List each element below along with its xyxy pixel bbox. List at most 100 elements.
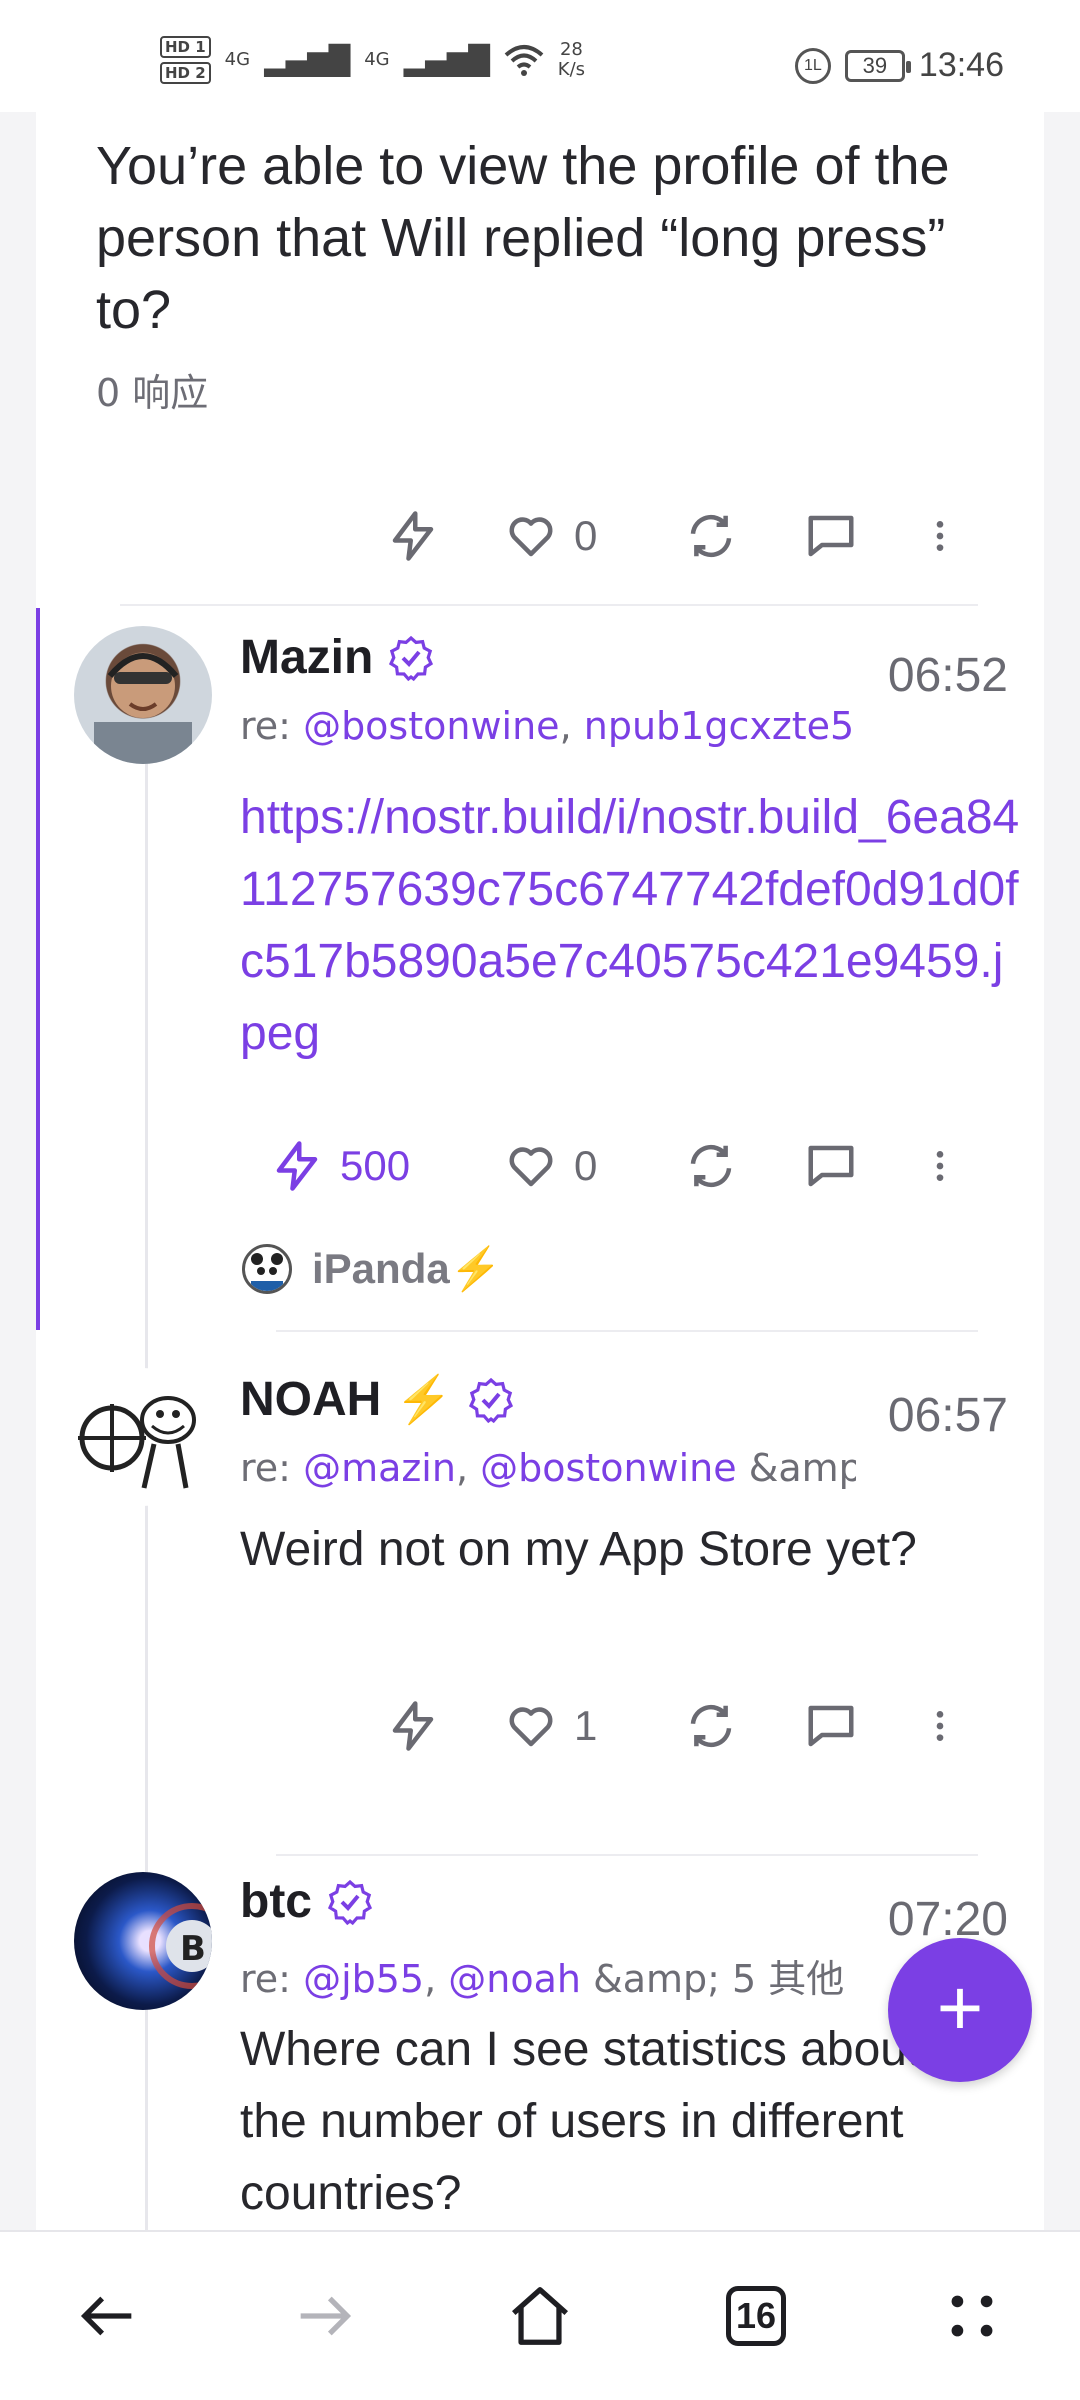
verified-icon	[389, 635, 434, 681]
back-button[interactable]	[63, 2271, 153, 2361]
battery-icon: 39	[844, 49, 911, 82]
mention-link[interactable]: @noah	[448, 1957, 581, 2001]
zap-button[interactable]	[386, 509, 504, 563]
avatar-image	[94, 653, 192, 764]
status-right: 1L 39 13:46	[794, 46, 1004, 85]
hd1-badge: HD 1	[160, 36, 211, 58]
top-note-text: You’re able to view the profile of the p…	[96, 136, 950, 340]
reply-context: re: @mazin, @bostonwine &amp; 4	[240, 1446, 856, 1490]
repost-icon	[690, 1704, 732, 1748]
reply-prefix: re:	[240, 1957, 304, 2001]
zapper-avatar	[242, 1244, 292, 1294]
reply-prefix: re:	[240, 704, 304, 748]
hd2-badge: HD 2	[160, 62, 211, 84]
signal-icon-2: ▂▄▆█	[403, 43, 490, 77]
reply-suffix: &amp; 5 其他	[580, 1957, 845, 2001]
mention-link[interactable]: @bostonwine	[303, 704, 560, 748]
reply-button[interactable]	[804, 1699, 920, 1753]
svg-text:B: B	[180, 1929, 206, 1969]
wifi-icon	[504, 45, 544, 76]
thread-feed: You’re able to view the profile of the p…	[36, 112, 1044, 2230]
panda-icon	[251, 1253, 283, 1291]
author-row: btc	[240, 1874, 374, 1929]
post-content: Where can I see statistics about the num…	[240, 2023, 921, 2220]
more-button[interactable]	[920, 1699, 960, 1753]
repost-icon	[690, 1144, 732, 1188]
comment-icon	[808, 1705, 854, 1747]
verified-icon	[468, 1377, 513, 1423]
alarm-icon: 1L	[794, 47, 831, 84]
mention-separator: ,	[455, 1446, 481, 1490]
like-button[interactable]: 1	[504, 1699, 684, 1753]
tab-count: 16	[726, 2286, 786, 2346]
repost-icon	[690, 514, 732, 558]
compose-button[interactable]: +	[888, 1938, 1032, 2082]
like-count: 1	[574, 1702, 598, 1749]
top-note-responses[interactable]: 0 响应	[96, 362, 208, 417]
grid-dots-icon	[951, 2295, 993, 2337]
more-button[interactable]	[920, 1139, 960, 1193]
repost-button[interactable]	[684, 1699, 804, 1753]
arrow-left-icon	[80, 2296, 132, 2336]
repost-button[interactable]	[684, 509, 804, 563]
post-content: Weird not on my App Store yet?	[240, 1523, 917, 1576]
post-mazin[interactable]: Mazin 06:52 re: @bostonwine, npub1gcxzte…	[36, 608, 1044, 1332]
mention-link[interactable]: @jb55	[303, 1957, 424, 2001]
arrow-right-icon	[300, 2296, 352, 2336]
avatar[interactable]: B	[74, 1872, 212, 2010]
zapper-name: iPanda⚡	[312, 1244, 503, 1292]
post-noah[interactable]: NOAH ⚡ 06:57 re: @mazin, @bostonwine &am…	[36, 1330, 1044, 1856]
like-button[interactable]: 0	[504, 509, 684, 563]
author-name[interactable]: Mazin	[240, 630, 373, 685]
mention-link[interactable]: @bostonwine	[480, 1446, 737, 1490]
net-speed-value: 28	[559, 39, 583, 60]
reply-button[interactable]	[804, 509, 920, 563]
mention-separator: ,	[559, 704, 584, 748]
reply-button[interactable]	[804, 1139, 920, 1193]
bitcoin-icon: B	[149, 1903, 212, 1989]
reply-context: re: @bostonwine, npub1gcxzte5 &	[240, 704, 860, 748]
more-vertical-icon	[936, 1711, 944, 1741]
author-name[interactable]: btc	[240, 1874, 312, 1929]
author-row: Mazin	[240, 630, 435, 685]
zap-button[interactable]: 500	[270, 1139, 504, 1193]
reply-suffix: &amp; 4	[748, 1446, 856, 1490]
like-button[interactable]: 0	[504, 1139, 684, 1193]
top-note[interactable]: You’re able to view the profile of the p…	[36, 112, 1044, 606]
mention-link[interactable]: npub1gcxzte5	[584, 704, 855, 748]
comment-icon	[808, 1145, 854, 1187]
net-speed-unit: K/s	[557, 59, 586, 80]
more-vertical-icon	[936, 1151, 944, 1181]
tabs-button[interactable]: 16	[711, 2271, 801, 2361]
zap-button[interactable]	[386, 1699, 504, 1753]
forward-button[interactable]	[279, 2271, 369, 2361]
hd-indicators: HD 1 HD 2	[160, 36, 211, 84]
verified-icon	[327, 1879, 373, 1925]
top-note-actions: 0	[386, 496, 960, 576]
heart-icon	[509, 1147, 553, 1187]
post-actions: 1	[386, 1686, 960, 1766]
more-button[interactable]	[920, 509, 960, 563]
author-name[interactable]: NOAH	[240, 1372, 381, 1427]
avatar[interactable]	[74, 1368, 212, 1506]
author-row: NOAH ⚡	[240, 1372, 515, 1427]
home-button[interactable]	[495, 2271, 585, 2361]
status-time: 13:46	[918, 46, 1004, 84]
post-btc[interactable]: B btc 07:20 re: @jb55, @noah &amp; 5 其他 …	[36, 1852, 1044, 2230]
avatar-image	[78, 1396, 196, 1489]
more-vertical-icon	[936, 521, 944, 551]
post-content-link[interactable]: https://nostr.build/i/nostr.build_6ea841…	[240, 782, 1020, 1070]
repost-button[interactable]	[684, 1139, 804, 1193]
network-type-2: 4G	[364, 49, 390, 70]
reply-prefix: re:	[240, 1446, 304, 1490]
browser-nav-bar: 16	[0, 2230, 1080, 2400]
status-bar: HD 1 HD 2 4G ▂▄▆█ 4G ▂▄▆█ 28 K/s 1L 39 1…	[0, 0, 1080, 112]
zapper-row[interactable]: iPanda⚡	[242, 1244, 502, 1294]
browser-menu-button[interactable]	[927, 2271, 1017, 2361]
signal-icon: ▂▄▆█	[264, 43, 351, 77]
zap-icon	[276, 1141, 318, 1191]
net-speed: 28 K/s	[558, 40, 585, 80]
mention-link[interactable]: @mazin	[303, 1446, 456, 1490]
zap-icon	[392, 1701, 434, 1751]
avatar[interactable]	[74, 626, 212, 764]
